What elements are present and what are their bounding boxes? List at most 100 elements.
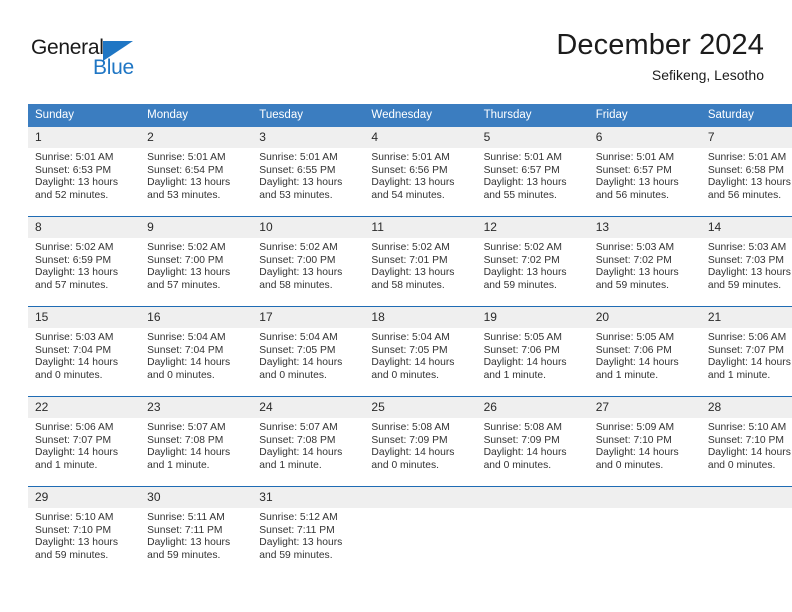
day-cell[interactable]: Sunrise: 5:01 AM Sunset: 6:57 PM Daylight:… bbox=[476, 148, 589, 217]
day-number[interactable]: 15 bbox=[28, 307, 141, 328]
sunset-time: Sunset: 6:58 PM bbox=[707, 164, 784, 176]
day-cell[interactable]: Sunrise: 5:07 AM Sunset: 7:08 PM Daylight:… bbox=[252, 418, 365, 487]
day-header-friday: Friday bbox=[588, 104, 701, 127]
day-cell[interactable]: Sunrise: 5:05 AM Sunset: 7:06 PM Daylight:… bbox=[588, 328, 701, 397]
day-number[interactable]: 6 bbox=[588, 127, 701, 148]
day-cell[interactable]: Sunrise: 5:02 AM Sunset: 7:00 PM Daylight:… bbox=[140, 238, 253, 307]
day-cell[interactable]: Sunrise: 5:02 AM Sunset: 7:01 PM Daylight:… bbox=[364, 238, 477, 307]
day-cell[interactable]: Sunrise: 5:01 AM Sunset: 6:55 PM Daylight:… bbox=[252, 148, 365, 217]
day-number[interactable]: 17 bbox=[252, 307, 365, 328]
day-number[interactable]: 11 bbox=[364, 217, 477, 238]
day-cell[interactable]: Sunrise: 5:11 AM Sunset: 7:11 PM Daylight:… bbox=[140, 508, 253, 576]
day-cell[interactable]: Sunrise: 5:01 AM Sunset: 6:58 PM Daylight:… bbox=[700, 148, 792, 217]
day-header-saturday: Saturday bbox=[700, 104, 792, 127]
day-cell[interactable]: Sunrise: 5:04 AM Sunset: 7:05 PM Daylight:… bbox=[364, 328, 477, 397]
day-cell[interactable]: Sunrise: 5:03 AM Sunset: 7:02 PM Daylight:… bbox=[588, 238, 701, 307]
day-cell[interactable]: Sunrise: 5:08 AM Sunset: 7:09 PM Daylight:… bbox=[364, 418, 477, 487]
sunset-time: Sunset: 7:03 PM bbox=[707, 254, 784, 266]
sunrise-time: Sunrise: 5:01 AM bbox=[483, 152, 562, 163]
sunset-time: Sunset: 7:07 PM bbox=[707, 344, 784, 356]
day-number-empty bbox=[364, 487, 477, 508]
daylight-duration-line2: and 59 minutes. bbox=[147, 549, 221, 561]
day-number[interactable]: 30 bbox=[140, 487, 253, 508]
daylight-duration-line1: Daylight: 13 hours bbox=[35, 177, 118, 189]
sunrise-time: Sunrise: 5:02 AM bbox=[147, 242, 226, 253]
day-cell[interactable]: Sunrise: 5:12 AM Sunset: 7:11 PM Daylight:… bbox=[252, 508, 365, 576]
daylight-duration-line1: Daylight: 13 hours bbox=[259, 267, 343, 279]
day-number[interactable]: 27 bbox=[588, 397, 701, 418]
sunset-time: Sunset: 6:55 PM bbox=[259, 164, 336, 176]
day-cell[interactable]: Sunrise: 5:02 AM Sunset: 7:02 PM Daylight:… bbox=[476, 238, 589, 307]
sunrise-time: Sunrise: 5:05 AM bbox=[483, 332, 562, 343]
sunset-time: Sunset: 7:04 PM bbox=[35, 344, 112, 356]
day-cell[interactable]: Sunrise: 5:02 AM Sunset: 6:59 PM Daylight:… bbox=[28, 238, 141, 307]
sunrise-time: Sunrise: 5:10 AM bbox=[707, 422, 787, 433]
day-cell[interactable]: Sunrise: 5:09 AM Sunset: 7:10 PM Daylight:… bbox=[588, 418, 701, 487]
day-number[interactable]: 8 bbox=[28, 217, 141, 238]
location-subtitle: Sefikeng, Lesotho bbox=[651, 67, 764, 83]
day-number[interactable]: 18 bbox=[364, 307, 477, 328]
day-cell[interactable]: Sunrise: 5:08 AM Sunset: 7:09 PM Daylight:… bbox=[476, 418, 589, 487]
day-number[interactable]: 23 bbox=[140, 397, 253, 418]
sunrise-time: Sunrise: 5:02 AM bbox=[35, 242, 114, 253]
daylight-duration-line2: and 0 minutes. bbox=[259, 369, 327, 381]
day-number[interactable]: 3 bbox=[252, 127, 365, 148]
day-number[interactable]: 10 bbox=[252, 217, 365, 238]
daylight-duration-line2: and 0 minutes. bbox=[707, 459, 776, 471]
day-number[interactable]: 31 bbox=[252, 487, 365, 508]
daylight-duration-line1: Daylight: 13 hours bbox=[259, 537, 343, 549]
day-number[interactable]: 22 bbox=[28, 397, 141, 418]
sunset-time: Sunset: 7:02 PM bbox=[595, 254, 672, 266]
day-cell[interactable]: Sunrise: 5:01 AM Sunset: 6:53 PM Daylight:… bbox=[28, 148, 141, 217]
sunrise-time: Sunrise: 5:07 AM bbox=[259, 422, 338, 433]
day-cell[interactable]: Sunrise: 5:07 AM Sunset: 7:08 PM Daylight:… bbox=[140, 418, 253, 487]
day-number[interactable]: 26 bbox=[476, 397, 589, 418]
day-number[interactable]: 12 bbox=[476, 217, 589, 238]
day-cell[interactable]: Sunrise: 5:03 AM Sunset: 7:03 PM Daylight:… bbox=[700, 238, 792, 307]
day-number[interactable]: 1 bbox=[28, 127, 141, 148]
daylight-duration-line1: Daylight: 13 hours bbox=[147, 537, 231, 549]
day-number[interactable]: 9 bbox=[140, 217, 253, 238]
day-number[interactable]: 29 bbox=[28, 487, 141, 508]
day-number[interactable]: 21 bbox=[700, 307, 792, 328]
sunrise-time: Sunrise: 5:02 AM bbox=[483, 242, 562, 253]
day-cell[interactable]: Sunrise: 5:01 AM Sunset: 6:56 PM Daylight:… bbox=[364, 148, 477, 217]
sunset-time: Sunset: 7:07 PM bbox=[35, 434, 112, 446]
daylight-duration-line1: Daylight: 14 hours bbox=[707, 447, 791, 459]
day-number[interactable]: 5 bbox=[476, 127, 589, 148]
daylight-duration-line1: Daylight: 14 hours bbox=[483, 357, 567, 369]
day-cell[interactable]: Sunrise: 5:04 AM Sunset: 7:04 PM Daylight:… bbox=[140, 328, 253, 397]
day-cell[interactable]: Sunrise: 5:01 AM Sunset: 6:57 PM Daylight:… bbox=[588, 148, 701, 217]
sunset-time: Sunset: 6:59 PM bbox=[35, 254, 112, 266]
day-number[interactable]: 14 bbox=[700, 217, 792, 238]
daylight-duration-line2: and 0 minutes. bbox=[371, 369, 439, 381]
day-number[interactable]: 16 bbox=[140, 307, 253, 328]
day-cell[interactable]: Sunrise: 5:01 AM Sunset: 6:54 PM Daylight:… bbox=[140, 148, 253, 217]
day-header-tuesday: Tuesday bbox=[252, 104, 365, 127]
sunset-time: Sunset: 7:02 PM bbox=[483, 254, 560, 266]
day-cell[interactable]: Sunrise: 5:03 AM Sunset: 7:04 PM Daylight:… bbox=[28, 328, 141, 397]
day-cell[interactable]: Sunrise: 5:02 AM Sunset: 7:00 PM Daylight:… bbox=[252, 238, 365, 307]
sunrise-time: Sunrise: 5:06 AM bbox=[707, 332, 787, 343]
day-cell[interactable]: Sunrise: 5:06 AM Sunset: 7:07 PM Daylight:… bbox=[700, 328, 792, 397]
day-number[interactable]: 28 bbox=[700, 397, 792, 418]
day-cell[interactable]: Sunrise: 5:04 AM Sunset: 7:05 PM Daylight:… bbox=[252, 328, 365, 397]
day-number[interactable]: 4 bbox=[364, 127, 477, 148]
sunrise-time: Sunrise: 5:01 AM bbox=[707, 152, 787, 163]
daylight-duration-line2: and 1 minute. bbox=[707, 369, 771, 381]
day-cell[interactable]: Sunrise: 5:05 AM Sunset: 7:06 PM Daylight:… bbox=[476, 328, 589, 397]
day-number[interactable]: 19 bbox=[476, 307, 589, 328]
day-number[interactable]: 20 bbox=[588, 307, 701, 328]
day-cell[interactable]: Sunrise: 5:10 AM Sunset: 7:10 PM Daylight:… bbox=[28, 508, 141, 576]
daylight-duration-line2: and 1 minute. bbox=[483, 369, 546, 381]
daylight-duration-line1: Daylight: 13 hours bbox=[707, 267, 791, 279]
day-cell[interactable]: Sunrise: 5:06 AM Sunset: 7:07 PM Daylight:… bbox=[28, 418, 141, 487]
day-number[interactable]: 2 bbox=[140, 127, 253, 148]
day-number[interactable]: 7 bbox=[700, 127, 792, 148]
day-number[interactable]: 24 bbox=[252, 397, 365, 418]
week-detail-row: Sunrise: 5:10 AM Sunset: 7:10 PM Daylight:… bbox=[28, 508, 792, 576]
day-number[interactable]: 25 bbox=[364, 397, 477, 418]
day-number[interactable]: 13 bbox=[588, 217, 701, 238]
week-daynumber-row: 8 9 10 11 12 13 14 bbox=[28, 217, 792, 238]
day-cell[interactable]: Sunrise: 5:10 AM Sunset: 7:10 PM Daylight:… bbox=[700, 418, 792, 487]
